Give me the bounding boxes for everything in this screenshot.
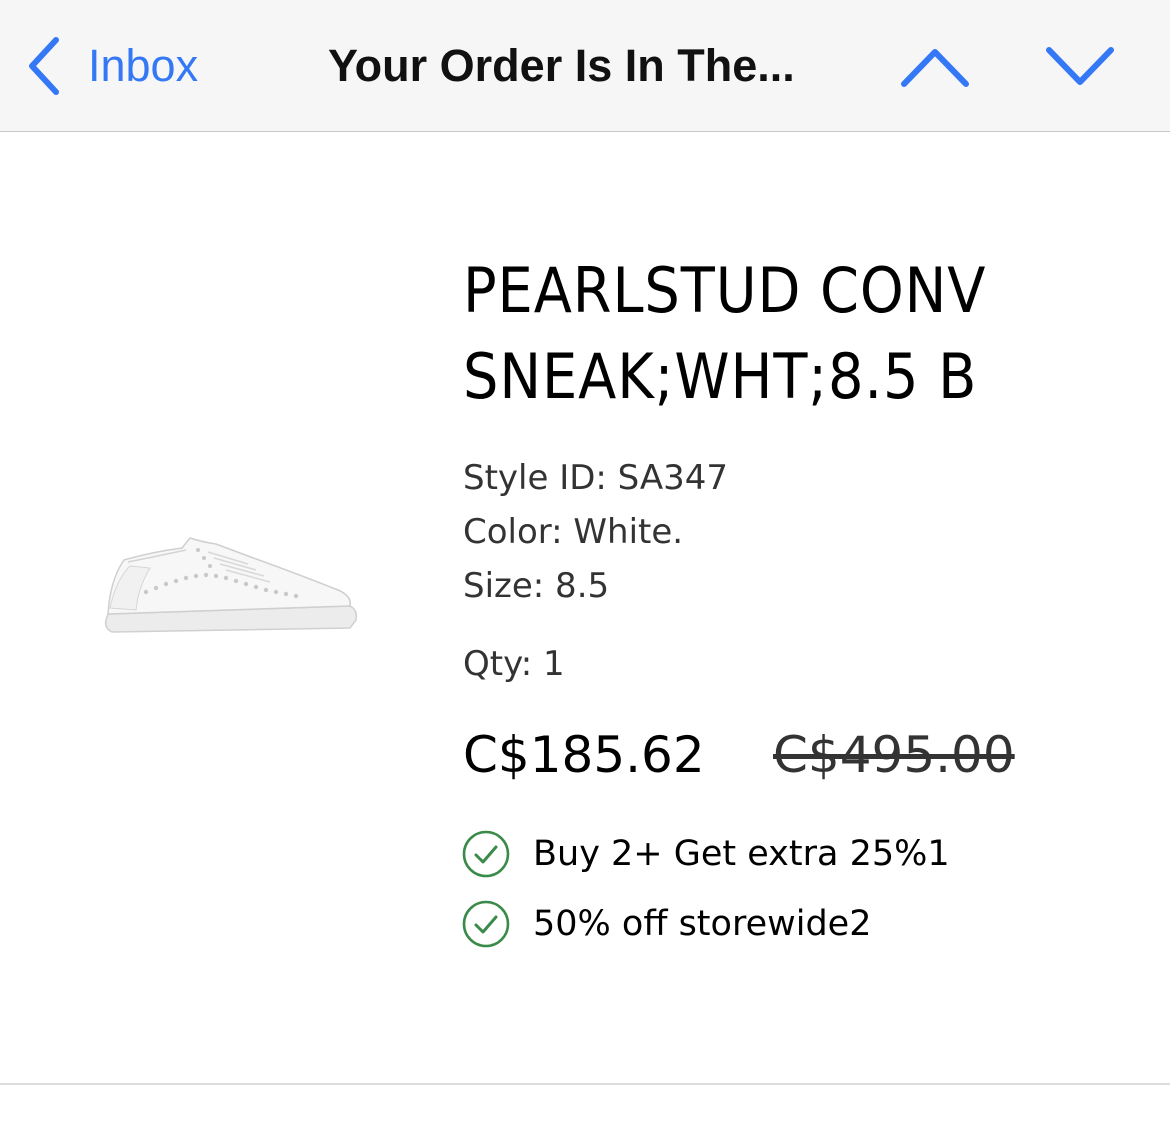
color-detail: Color: White. [463, 512, 684, 552]
section-divider [0, 1083, 1170, 1085]
promotion-label: Buy 2+ Get extra 25%1 [533, 834, 950, 874]
next-message-button[interactable] [1045, 40, 1115, 92]
white-sneaker-image[interactable] [98, 528, 364, 640]
check-circle-icon [461, 829, 511, 879]
promotion-item: 50% off storewide2 [461, 898, 871, 950]
size-detail: Size: 8.5 [463, 566, 610, 606]
back-to-inbox-button[interactable]: Inbox [26, 34, 198, 98]
navigation-bar: Inbox Your Order Is In The... [0, 0, 1170, 132]
sale-price: C$185.62 [463, 726, 705, 784]
chevron-up-icon [900, 40, 970, 92]
promotion-item: Buy 2+ Get extra 25%1 [461, 828, 950, 880]
original-price: C$495.00 [773, 726, 1015, 784]
product-name: PEARLSTUD CONV SNEAK;WHT;8.5 B [463, 248, 1084, 420]
product-name-line-1: PEARLSTUD CONV [463, 254, 987, 327]
message-title: Your Order Is In The... [328, 40, 795, 91]
chevron-left-icon [26, 36, 62, 96]
product-name-line-2: SNEAK;WHT;8.5 B [463, 340, 978, 413]
check-circle-icon [461, 899, 511, 949]
style-id: Style ID: SA347 [463, 458, 729, 498]
back-label: Inbox [88, 40, 199, 91]
chevron-down-icon [1045, 40, 1115, 92]
quantity-detail: Qty: 1 [463, 644, 565, 684]
promotion-label: 50% off storewide2 [533, 904, 872, 944]
previous-message-button[interactable] [900, 40, 970, 92]
